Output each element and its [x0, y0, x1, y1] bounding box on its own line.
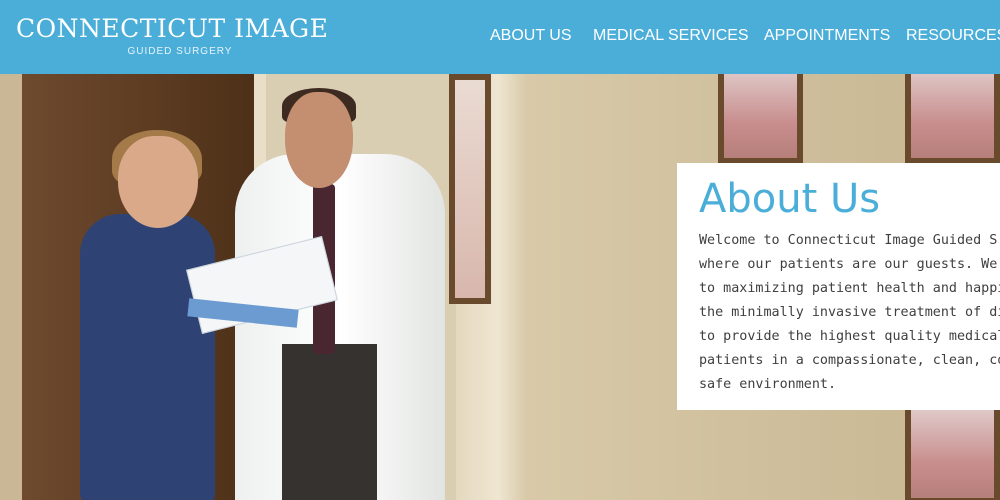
framed-painting — [718, 74, 803, 164]
site-header: CONNECTICUT IMAGE GUIDED SURGERY ABOUT U… — [0, 0, 1000, 74]
about-us-heading: About Us — [699, 176, 881, 222]
about-text-line: to maximizing patient health and happine — [699, 281, 1000, 296]
wall-left — [0, 74, 22, 500]
nav-medical-services[interactable]: MEDICAL SERVICES — [593, 27, 749, 45]
framed-painting — [905, 74, 1000, 164]
logo-subtitle: GUIDED SURGERY — [127, 46, 233, 57]
site-logo[interactable]: CONNECTICUT IMAGE GUIDED SURGERY — [16, 14, 356, 57]
nav-about-us[interactable]: ABOUT US — [490, 27, 572, 45]
nurse-figure — [80, 214, 215, 500]
framed-painting — [449, 74, 491, 304]
about-text-line: where our patients are our guests. We ar — [699, 257, 1000, 272]
about-text-line: safe environment. — [699, 377, 837, 392]
logo-title: CONNECTICUT IMAGE — [16, 14, 329, 43]
nav-resources[interactable]: RESOURCES — [906, 27, 1000, 45]
about-text-line: to provide the highest quality medical c… — [699, 329, 1000, 344]
doctor-head — [285, 92, 353, 188]
nav-appointments[interactable]: APPOINTMENTS — [764, 27, 890, 45]
nurse-head — [118, 136, 198, 228]
about-text-line: patients in a compassionate, clean, comf — [699, 353, 1000, 368]
framed-painting — [905, 404, 1000, 500]
doctor-pants — [282, 344, 377, 500]
about-us-text: Welcome to Connecticut Image Guided S wh… — [699, 229, 1000, 397]
about-us-panel: About Us Welcome to Connecticut Image Gu… — [677, 163, 1000, 410]
about-text-line: the minimally invasive treatment of dise — [699, 305, 1000, 320]
about-text-line: Welcome to Connecticut Image Guided S — [699, 233, 998, 248]
